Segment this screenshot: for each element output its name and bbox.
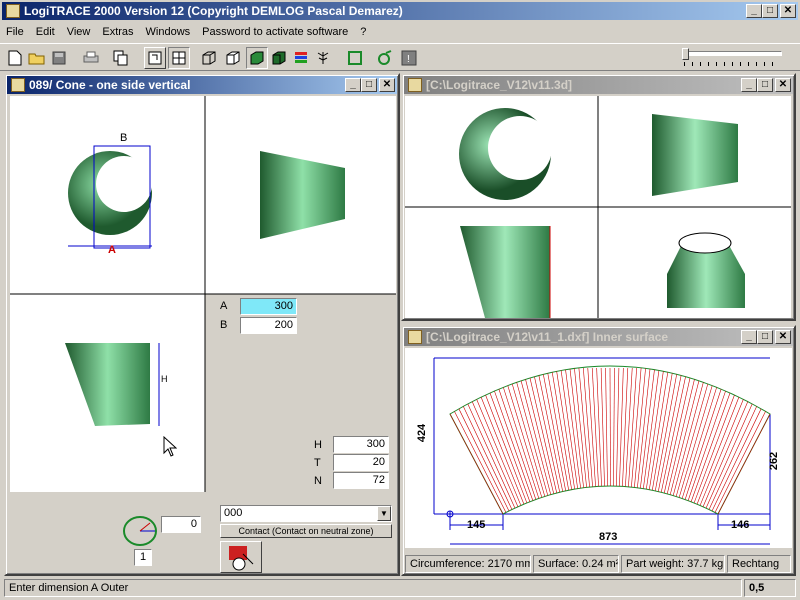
dimension-b-input[interactable]: 200 — [240, 317, 297, 334]
dim-height-left: 424 — [416, 423, 429, 443]
app-title-bar: LogiTRACE 2000 Version 12 (Copyright DEM… — [2, 2, 798, 20]
menu-password[interactable]: Password to activate software — [196, 26, 354, 38]
dim-a-label: A — [108, 244, 116, 256]
single-view-icon[interactable] — [144, 47, 166, 69]
dim-total: 873 — [599, 531, 618, 543]
status-value: 0,5 — [744, 579, 796, 597]
3d-view-canvas — [405, 96, 791, 318]
color-layers-icon[interactable] — [290, 47, 312, 69]
maximize-icon[interactable]: □ — [757, 330, 773, 344]
input-h-label: H — [314, 439, 322, 451]
dim-b-label: B — [120, 132, 128, 144]
surface-cell: Surface: 0.24 m² — [533, 555, 619, 573]
angle-input[interactable]: 0 — [161, 516, 201, 533]
menu-windows[interactable]: Windows — [140, 26, 197, 38]
new-file-icon[interactable] — [4, 47, 26, 69]
solid-cube-icon[interactable] — [268, 47, 290, 69]
zoom-slider[interactable] — [682, 48, 782, 68]
maximize-icon[interactable]: □ — [361, 78, 377, 92]
window3-icon — [408, 330, 422, 344]
layer-combo-value: 000 — [224, 507, 243, 519]
window3-title-bar: [C:\Logitrace_V12\v11_1.dxf] Inner surfa… — [404, 328, 793, 346]
window2-icon — [408, 78, 422, 92]
dxf-canvas — [405, 348, 792, 548]
minimize-icon[interactable]: _ — [345, 78, 361, 92]
chevron-down-icon[interactable]: ▼ — [377, 506, 391, 521]
minimize-icon[interactable]: _ — [741, 330, 757, 344]
menu-file[interactable]: File — [0, 26, 30, 38]
cube-outline-icon[interactable] — [222, 47, 244, 69]
window-3d-view: [C:\Logitrace_V12\v11.3d] _ □ ✕ — [401, 73, 796, 321]
menu-view[interactable]: View — [61, 26, 97, 38]
app-icon — [6, 4, 20, 18]
input-t-label: T — [314, 457, 321, 469]
window1-title-bar: 089/ Cone - one side vertical _ □ ✕ — [7, 76, 397, 94]
input-b-label: B — [220, 319, 228, 331]
window1-icon — [11, 78, 25, 92]
four-views-icon[interactable] — [168, 47, 190, 69]
shaded-cube-icon[interactable] — [246, 47, 268, 69]
dim-h-label: H — [161, 374, 168, 384]
menu-edit[interactable]: Edit — [30, 26, 61, 38]
window2-title: [C:\Logitrace_V12\v11.3d] — [426, 78, 573, 92]
count-input[interactable]: 1 — [134, 549, 152, 566]
dimension-a-input[interactable]: 300 — [240, 298, 297, 315]
minimize-icon[interactable]: _ — [741, 78, 757, 92]
maximize-icon[interactable]: □ — [757, 78, 773, 92]
mouse-cursor-icon — [163, 435, 178, 461]
shape-cell: Rechtang — [727, 555, 791, 573]
drawing-area: B A H — [10, 96, 396, 492]
print-icon[interactable] — [80, 47, 102, 69]
thickness-t-input[interactable]: 20 — [333, 454, 389, 471]
drawing-canvas — [10, 96, 396, 492]
minimize-icon[interactable]: _ — [746, 4, 762, 18]
input-a-label: A — [220, 300, 228, 312]
window-dxf-unfold: [C:\Logitrace_V12\v11_1.dxf] Inner surfa… — [401, 325, 796, 576]
dim-height-right: 262 — [768, 451, 781, 471]
maximize-icon[interactable]: □ — [762, 4, 778, 18]
height-h-input[interactable]: 300 — [333, 436, 389, 453]
angle-icon[interactable] — [122, 515, 158, 550]
close-icon[interactable]: ✕ — [780, 4, 796, 18]
app-title: LogiTRACE 2000 Version 12 (Copyright DEM… — [24, 4, 403, 18]
dim-bottom-left: 145 — [467, 519, 486, 531]
segments-n-input[interactable]: 72 — [333, 472, 389, 489]
svg-text:!: ! — [407, 54, 410, 65]
close-icon[interactable]: ✕ — [775, 330, 791, 344]
dim-bottom-right: 146 — [731, 519, 750, 531]
input-n-label: N — [314, 475, 322, 487]
window1-title: 089/ Cone - one side vertical — [29, 78, 191, 92]
menu-help[interactable]: ? — [354, 26, 372, 38]
layer-combo[interactable]: 000 ▼ — [220, 505, 392, 522]
wireframe-icon[interactable] — [198, 47, 220, 69]
window2-title-bar: [C:\Logitrace_V12\v11.3d] _ □ ✕ — [404, 76, 793, 94]
info-icon[interactable]: ! — [398, 47, 420, 69]
green-frame-icon[interactable] — [344, 47, 366, 69]
status-message: Enter dimension A Outer — [4, 579, 742, 597]
toolbar: ! — [0, 43, 800, 71]
curve-icon[interactable] — [374, 47, 396, 69]
close-icon[interactable]: ✕ — [775, 78, 791, 92]
menu-bar: File Edit View Extras Windows Password t… — [0, 22, 800, 41]
contact-button[interactable]: Contact (Contact on neutral zone) — [220, 524, 392, 538]
tree-icon[interactable] — [312, 47, 334, 69]
menu-extras[interactable]: Extras — [96, 26, 139, 38]
unfold-tool-icon[interactable] — [220, 541, 262, 573]
window-cone-editor: 089/ Cone - one side vertical _ □ ✕ B A … — [4, 73, 400, 576]
weight-cell: Part weight: 37.7 kg — [621, 555, 725, 573]
close-icon[interactable]: ✕ — [379, 78, 395, 92]
copy-icon[interactable] — [110, 47, 132, 69]
open-folder-icon[interactable] — [26, 47, 48, 69]
circumference-cell: Circumference: 2170 mm — [405, 555, 531, 573]
window3-title: [C:\Logitrace_V12\v11_1.dxf] Inner surfa… — [426, 330, 669, 344]
save-icon[interactable] — [48, 47, 70, 69]
